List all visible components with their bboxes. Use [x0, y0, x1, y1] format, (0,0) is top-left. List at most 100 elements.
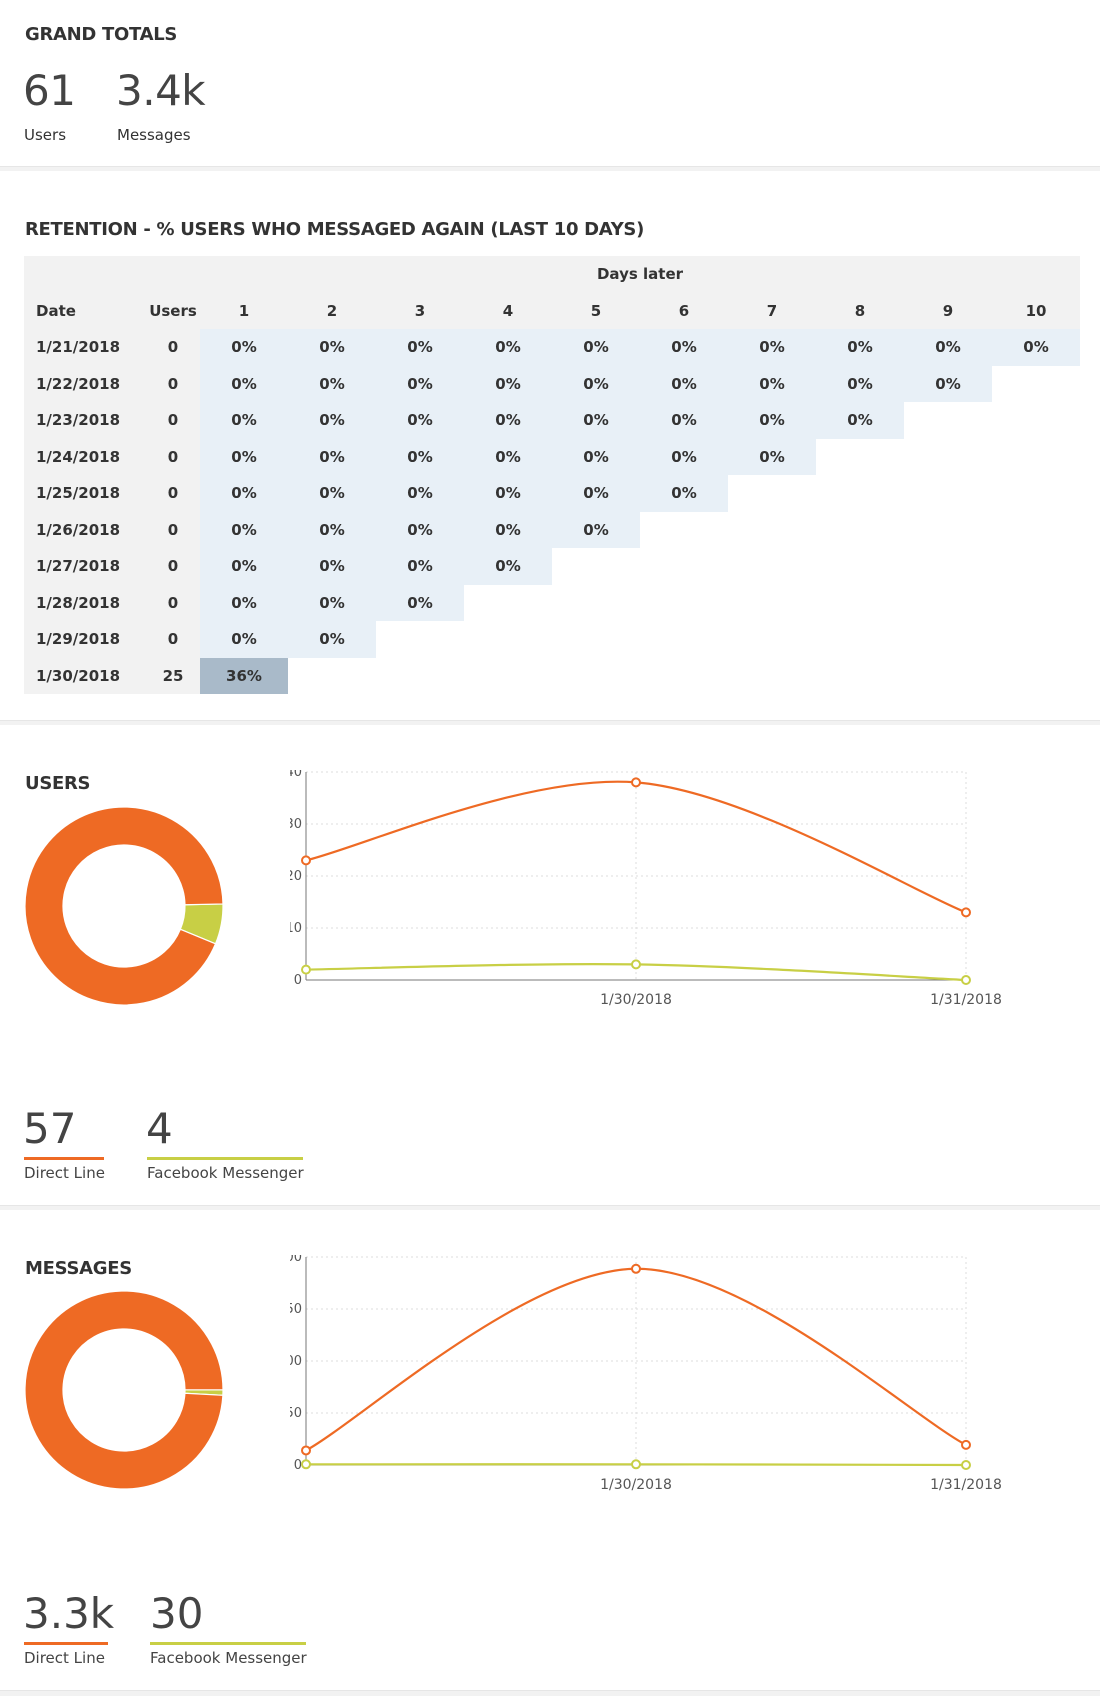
retention-cell: 0% — [288, 584, 376, 621]
retention-row-users: 0 — [146, 402, 200, 439]
retention-row-date: 1/25/2018 — [24, 475, 146, 512]
retention-title: RETENTION - % USERS WHO MESSAGED AGAIN (… — [25, 219, 645, 240]
total-users-label: Users — [24, 126, 67, 144]
retention-cell: 0% — [200, 329, 288, 366]
retention-empty-cell — [640, 584, 728, 621]
data-point[interactable] — [631, 777, 641, 788]
retention-row-users: 0 — [146, 365, 200, 402]
retention-empty-cell — [728, 621, 816, 658]
retention-row-users: 0 — [146, 548, 200, 585]
retention-cell: 0% — [200, 511, 288, 548]
retention-empty-cell — [816, 548, 904, 585]
retention-cell: 0% — [816, 402, 904, 439]
retention-empty-cell — [464, 621, 552, 658]
messages-donut-chart — [25, 1291, 224, 1490]
messages-line-chart: 0 750 1500 2250 3000 1/30/2018 1/31/2018 — [290, 1255, 1002, 1493]
retention-empty-cell — [288, 657, 376, 694]
y-tick-label: 20 — [290, 869, 302, 884]
users-facebook-label: Facebook Messenger — [147, 1164, 304, 1182]
retention-row-date: 1/24/2018 — [24, 438, 146, 475]
retention-empty-cell — [552, 621, 640, 658]
retention-empty-cell — [728, 548, 816, 585]
retention-empty-cell — [992, 548, 1080, 585]
retention-cell: 0% — [728, 329, 816, 366]
data-point[interactable] — [631, 1263, 641, 1274]
y-tick-label: 2250 — [290, 1302, 302, 1317]
retention-cell: 0% — [992, 329, 1080, 366]
retention-cell: 0% — [200, 402, 288, 439]
retention-empty-cell — [816, 511, 904, 548]
donut-slice — [25, 1291, 224, 1490]
retention-empty-cell — [992, 511, 1080, 548]
data-point[interactable] — [631, 1459, 641, 1470]
day-column-header: 8 — [816, 292, 904, 329]
users-column-header: Users — [146, 292, 200, 329]
y-tick-label: 1500 — [290, 1354, 302, 1369]
retention-empty-cell — [728, 657, 816, 694]
day-column-header: 3 — [376, 292, 464, 329]
retention-cell: 0% — [200, 548, 288, 585]
retention-cell: 36% — [200, 657, 288, 694]
data-point[interactable] — [961, 975, 971, 985]
y-tick-label: 3000 — [290, 1255, 302, 1265]
data-point[interactable] — [961, 907, 971, 918]
retention-row: 1/30/2018 25 36% — [24, 657, 1080, 694]
users-direct-line-value: 57 — [23, 1104, 77, 1153]
retention-empty-cell — [376, 621, 464, 658]
retention-cell: 0% — [464, 511, 552, 548]
retention-row: 1/25/2018 0 0% 0% 0% 0% 0% 0% — [24, 475, 1080, 512]
retention-empty-cell — [552, 657, 640, 694]
retention-cell: 0% — [552, 475, 640, 512]
y-tick-label: 10 — [290, 921, 302, 936]
retention-row: 1/22/2018 0 0% 0% 0% 0% 0% 0% 0% 0% 0% — [24, 365, 1080, 402]
day-column-header: 2 — [288, 292, 376, 329]
retention-cell: 0% — [552, 511, 640, 548]
retention-cell: 0% — [816, 365, 904, 402]
retention-cell: 0% — [376, 584, 464, 621]
retention-row-date: 1/30/2018 — [24, 657, 146, 694]
data-point[interactable] — [631, 959, 641, 970]
retention-cell: 0% — [552, 402, 640, 439]
retention-empty-cell — [904, 584, 992, 621]
data-point[interactable] — [301, 1459, 311, 1470]
retention-table: Days later Date Users 1 2 3 4 5 6 7 8 9 10 1/21/2… — [24, 256, 1080, 694]
retention-row: 1/23/2018 0 0% 0% 0% 0% 0% 0% 0% 0% — [24, 402, 1080, 439]
retention-row: 1/26/2018 0 0% 0% 0% 0% 0% — [24, 511, 1080, 548]
users-section-title: USERS — [25, 773, 91, 794]
day-column-header: 4 — [464, 292, 552, 329]
messages-direct-line-value: 3.3k — [23, 1589, 115, 1638]
retention-cell: 0% — [728, 402, 816, 439]
retention-cell: 0% — [288, 511, 376, 548]
date-column-header: Date — [24, 292, 146, 329]
retention-row-users: 0 — [146, 621, 200, 658]
retention-empty-cell — [992, 621, 1080, 658]
retention-cell: 0% — [640, 365, 728, 402]
y-tick-label: 0 — [294, 973, 302, 988]
data-point[interactable] — [961, 1460, 971, 1470]
data-point[interactable] — [301, 1445, 311, 1456]
data-point[interactable] — [301, 855, 311, 866]
retention-empty-cell — [640, 621, 728, 658]
y-tick-label: 750 — [290, 1406, 302, 1421]
total-messages-value: 3.4k — [116, 66, 206, 115]
retention-row-users: 0 — [146, 511, 200, 548]
retention-empty-cell — [816, 657, 904, 694]
retention-cell: 0% — [288, 621, 376, 658]
retention-cell: 0% — [640, 475, 728, 512]
data-point[interactable] — [961, 1439, 971, 1450]
day-column-header: 1 — [200, 292, 288, 329]
users-direct-line-label: Direct Line — [24, 1164, 105, 1182]
data-point[interactable] — [301, 964, 311, 975]
retention-empty-cell — [552, 548, 640, 585]
retention-row-users: 25 — [146, 657, 200, 694]
retention-empty-cell — [992, 584, 1080, 621]
retention-empty-cell — [904, 621, 992, 658]
grand-totals-card: GRAND TOTALS 61 Users 3.4k Messages — [0, 0, 1100, 166]
retention-empty-cell — [728, 511, 816, 548]
retention-row-users: 0 — [146, 329, 200, 366]
retention-empty-cell — [904, 511, 992, 548]
users-donut-chart — [25, 807, 224, 1006]
retention-row-users: 0 — [146, 475, 200, 512]
y-tick-label: 0 — [294, 1458, 302, 1473]
messages-facebook-value: 30 — [150, 1589, 204, 1638]
